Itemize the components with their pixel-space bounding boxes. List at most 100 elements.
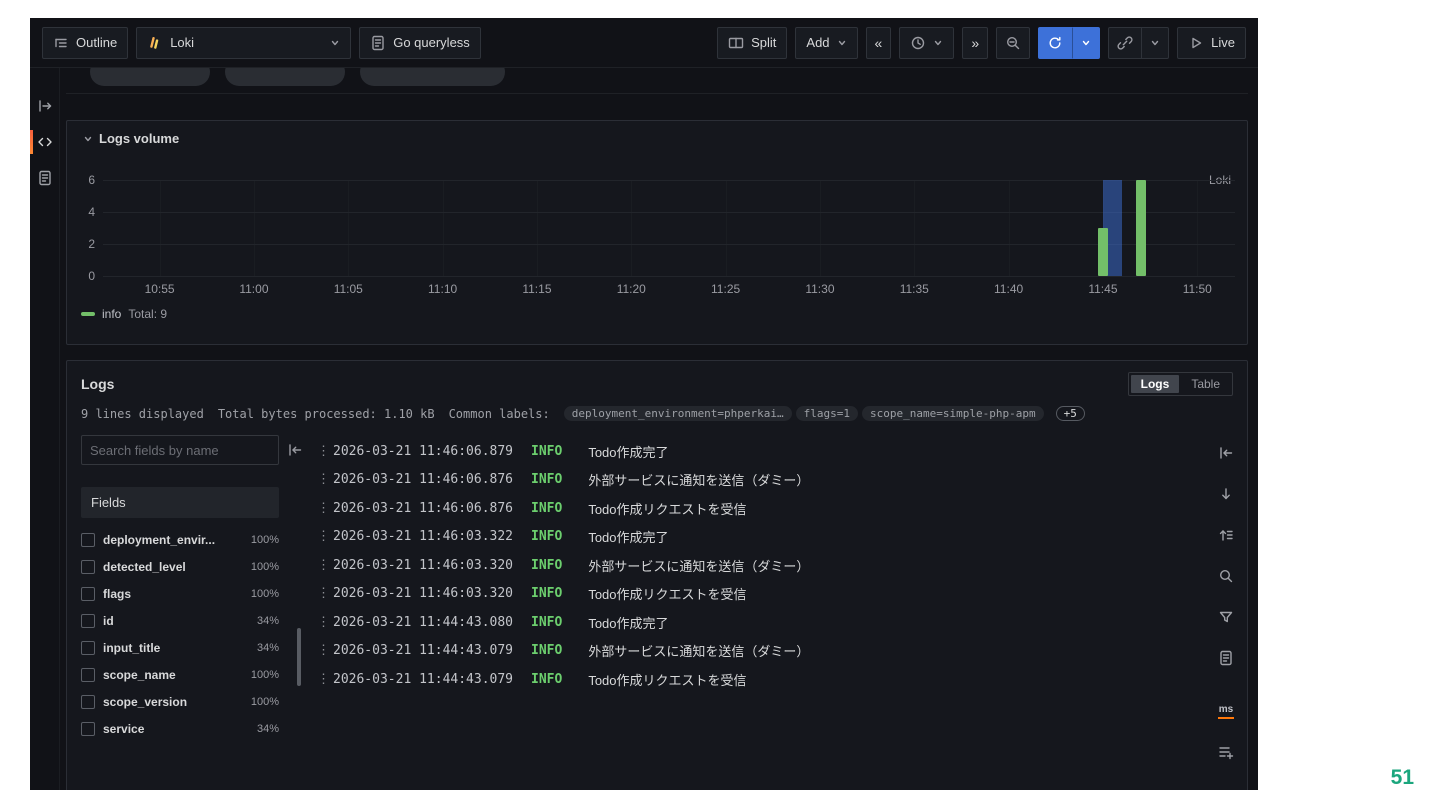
scroll-down-icon[interactable]	[1218, 486, 1234, 502]
log-timestamp: 2026-03-21 11:46:06.876	[333, 501, 513, 516]
field-checkbox[interactable]	[81, 695, 95, 709]
query-pill[interactable]	[360, 68, 505, 86]
field-name: deployment_envir...	[103, 533, 243, 547]
field-row[interactable]: flags 100%	[81, 580, 279, 607]
log-row[interactable]: ⋮ 2026-03-21 11:46:03.320 INFO 外部サービスに通知…	[317, 551, 1203, 580]
rail-query-editor-button[interactable]	[30, 128, 60, 156]
row-menu-icon[interactable]: ⋮	[317, 444, 331, 459]
search-icon[interactable]	[1218, 568, 1234, 584]
explore-logs-icon[interactable]	[1218, 650, 1234, 666]
collapse-sidebar-icon[interactable]	[287, 442, 303, 458]
log-row[interactable]: ⋮ 2026-03-21 11:46:03.322 INFO Todo作成完了	[317, 523, 1203, 552]
explore-content: Logs volume Loki 0246 10:5511:0011:0511:…	[60, 68, 1258, 790]
chevron-down-icon	[933, 38, 943, 48]
share-dropdown[interactable]	[1142, 27, 1169, 59]
query-pill[interactable]	[90, 68, 210, 86]
fields-scrollbar[interactable]	[297, 628, 301, 686]
log-message: Todo作成リクエストを受信	[588, 584, 746, 603]
query-pill[interactable]	[225, 68, 345, 86]
field-name: service	[103, 722, 249, 736]
add-to-list-icon[interactable]	[1218, 744, 1234, 760]
toggle-table-option[interactable]: Table	[1181, 375, 1230, 393]
add-dropdown[interactable]: Add	[795, 27, 857, 59]
log-timestamp: 2026-03-21 11:44:43.080	[333, 615, 513, 630]
log-row[interactable]: ⋮ 2026-03-21 11:46:06.876 INFO 外部サービスに通知…	[317, 466, 1203, 495]
field-checkbox[interactable]	[81, 533, 95, 547]
go-queryless-label: Go queryless	[393, 35, 470, 50]
legend-series-label[interactable]: info	[102, 307, 121, 321]
log-message: Todo作成リクエストを受信	[588, 670, 746, 689]
x-axis-label: 11:05	[334, 282, 363, 296]
field-checkbox[interactable]	[81, 587, 95, 601]
label-pill: deployment_environment=phperkai…	[564, 406, 792, 421]
log-level: INFO	[531, 529, 562, 544]
row-menu-icon[interactable]: ⋮	[317, 501, 331, 516]
row-menu-icon[interactable]: ⋮	[317, 586, 331, 601]
field-checkbox[interactable]	[81, 668, 95, 682]
row-menu-icon[interactable]: ⋮	[317, 558, 331, 573]
field-row[interactable]: scope_version 100%	[81, 688, 279, 715]
time-forward-label: »	[971, 36, 979, 50]
time-back-button[interactable]: «	[866, 27, 892, 59]
log-row[interactable]: ⋮ 2026-03-21 11:46:06.879 INFO Todo作成完了	[317, 437, 1203, 466]
field-checkbox[interactable]	[81, 614, 95, 628]
filter-icon[interactable]	[1218, 609, 1234, 625]
logs-volume-legend: info Total: 9	[81, 307, 1247, 321]
more-labels-pill[interactable]: +5	[1056, 406, 1085, 421]
field-percent: 100%	[251, 696, 279, 708]
rail-expand-button[interactable]	[30, 92, 60, 120]
split-icon	[728, 35, 744, 51]
row-menu-icon[interactable]: ⋮	[317, 615, 331, 630]
refresh-interval-dropdown[interactable]	[1072, 27, 1100, 59]
share-link-icon	[1117, 35, 1133, 51]
field-row[interactable]: detected_level 100%	[81, 553, 279, 580]
datasource-picker[interactable]: Loki	[136, 27, 351, 59]
field-checkbox[interactable]	[81, 560, 95, 574]
field-name: input_title	[103, 641, 249, 655]
field-row[interactable]: service 34%	[81, 715, 279, 742]
rail-logs-button[interactable]	[30, 164, 60, 192]
log-row[interactable]: ⋮ 2026-03-21 11:46:06.876 INFO Todo作成リクエ…	[317, 494, 1203, 523]
time-forward-button[interactable]: »	[962, 27, 988, 59]
zoom-out-button[interactable]	[996, 27, 1030, 59]
row-menu-icon[interactable]: ⋮	[317, 672, 331, 687]
code-icon	[37, 134, 53, 150]
field-row[interactable]: id 34%	[81, 607, 279, 634]
field-percent: 34%	[257, 642, 279, 654]
log-timestamp: 2026-03-21 11:46:03.322	[333, 529, 513, 544]
volume-bar	[1136, 180, 1146, 276]
row-menu-icon[interactable]: ⋮	[317, 529, 331, 544]
live-button[interactable]: Live	[1177, 27, 1246, 59]
log-level: INFO	[531, 472, 562, 487]
grid-line-vertical	[1009, 180, 1010, 276]
y-axis-label: 4	[69, 205, 95, 219]
left-rail	[30, 68, 60, 790]
go-queryless-button[interactable]: Go queryless	[359, 27, 481, 59]
log-row[interactable]: ⋮ 2026-03-21 11:44:43.079 INFO Todo作成リクエ…	[317, 665, 1203, 694]
split-button[interactable]: Split	[717, 27, 787, 59]
time-picker-button[interactable]	[899, 27, 954, 59]
toggle-logs-option[interactable]: Logs	[1131, 375, 1180, 393]
field-row[interactable]: scope_name 100%	[81, 661, 279, 688]
field-row[interactable]: input_title 34%	[81, 634, 279, 661]
oldest-first-icon[interactable]	[1218, 527, 1234, 543]
row-menu-icon[interactable]: ⋮	[317, 643, 331, 658]
field-row[interactable]: deployment_envir... 100%	[81, 526, 279, 553]
search-input[interactable]	[81, 435, 279, 465]
field-percent: 100%	[251, 588, 279, 600]
field-name: detected_level	[103, 560, 243, 574]
refresh-button[interactable]	[1038, 27, 1072, 59]
log-row[interactable]: ⋮ 2026-03-21 11:46:03.320 INFO Todo作成リクエ…	[317, 580, 1203, 609]
log-row[interactable]: ⋮ 2026-03-21 11:44:43.080 INFO Todo作成完了	[317, 608, 1203, 637]
collapse-panel-icon[interactable]	[1218, 445, 1234, 461]
logs-volume-header[interactable]: Logs volume	[67, 121, 1247, 146]
label-pill: scope_name=simple-php-apm	[862, 406, 1044, 421]
row-menu-icon[interactable]: ⋮	[317, 472, 331, 487]
field-checkbox[interactable]	[81, 722, 95, 736]
grid-line-vertical	[160, 180, 161, 276]
field-checkbox[interactable]	[81, 641, 95, 655]
share-button[interactable]	[1108, 27, 1142, 59]
outline-button[interactable]: Outline	[42, 27, 128, 59]
log-row[interactable]: ⋮ 2026-03-21 11:44:43.079 INFO 外部サービスに通知…	[317, 637, 1203, 666]
app-observability-ms-icon[interactable]: ms	[1218, 703, 1234, 719]
